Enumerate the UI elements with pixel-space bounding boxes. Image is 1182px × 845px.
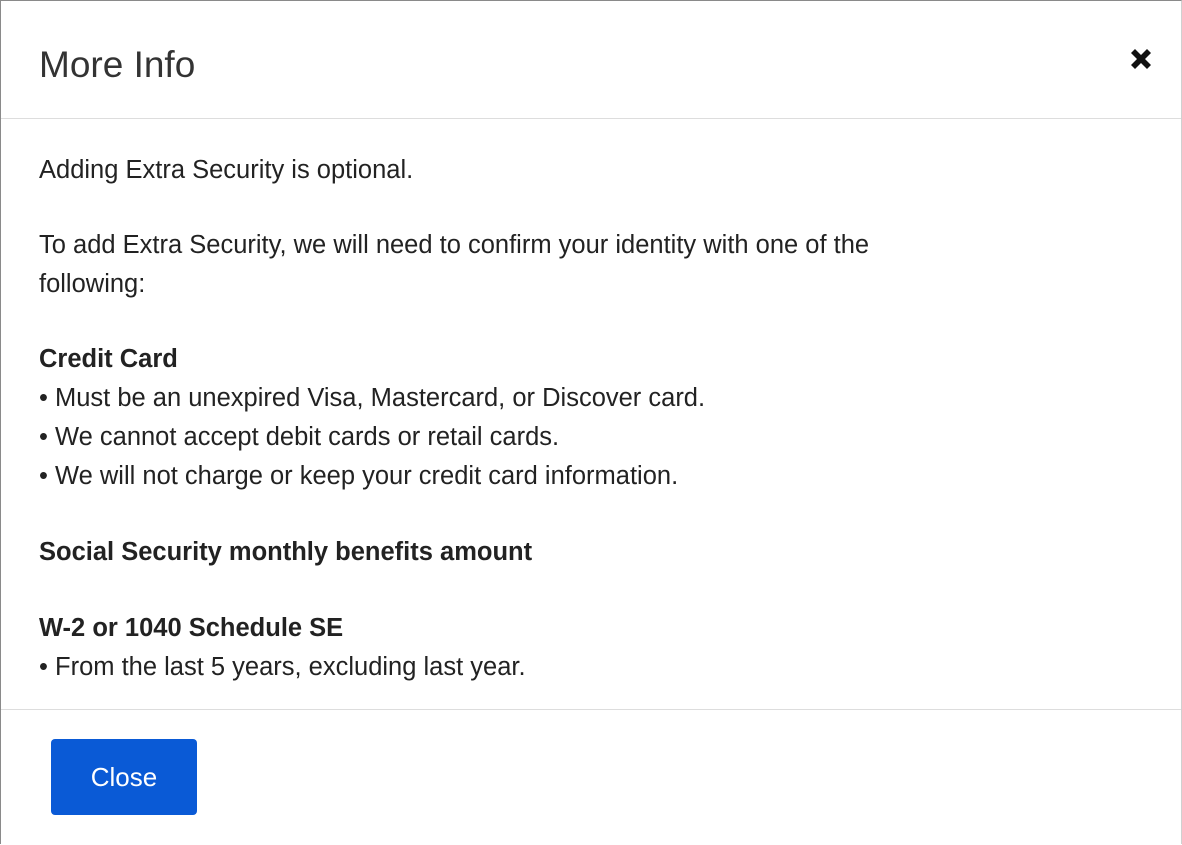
w2-heading: W-2 or 1040 Schedule SE — [39, 614, 344, 642]
credit-card-heading: Credit Card — [39, 345, 178, 373]
modal-header: More Info — [1, 1, 1181, 119]
close-button[interactable]: Close — [51, 739, 197, 815]
credit-card-bullet: • Must be an unexpired Visa, Mastercard,… — [39, 384, 706, 412]
social-security-heading: Social Security monthly benefits amount — [39, 538, 533, 566]
credit-card-bullet: • We cannot accept debit cards or retail… — [39, 423, 560, 451]
w2-bullet: • From the last 5 years, excluding last … — [39, 653, 526, 681]
lead-text-line2: following: — [39, 270, 146, 298]
credit-card-bullet: • We will not charge or keep your credit… — [39, 462, 679, 490]
modal-footer: Close — [1, 710, 1181, 845]
close-x-icon[interactable] — [1125, 43, 1157, 75]
intro-text: Adding Extra Security is optional. — [39, 156, 414, 184]
lead-text-line1: To add Extra Security, we will need to c… — [39, 231, 870, 259]
modal-body: Adding Extra Security is optional. To ad… — [1, 119, 1181, 710]
close-x-icon-glyph — [1131, 49, 1151, 69]
more-info-modal: More Info Adding Extra Security is optio… — [0, 0, 1182, 844]
modal-title: More Info — [39, 44, 196, 85]
